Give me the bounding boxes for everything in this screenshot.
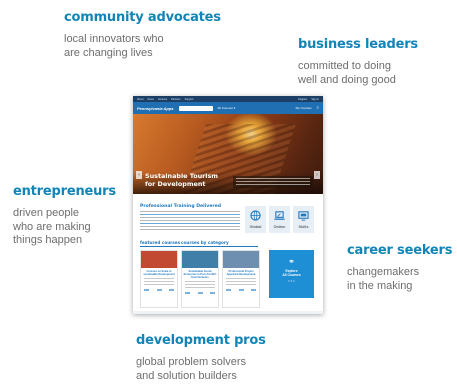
course-image — [182, 251, 218, 268]
top-link[interactable]: News — [148, 98, 154, 101]
persona-description-line: committed to doing — [298, 60, 391, 72]
tile-label: Online — [273, 225, 286, 229]
more-dots-icon: • • • — [288, 278, 295, 283]
course-meta — [223, 285, 259, 291]
course-title: Sustainable Social Enterprise in Post-Co… — [183, 270, 217, 279]
persona-description-line: in the making — [347, 279, 413, 292]
register-link[interactable]: Register — [298, 98, 307, 101]
search-input[interactable] — [178, 105, 213, 111]
tile-label: Global — [249, 225, 262, 229]
lightbulb-icon: ⚭ — [288, 257, 295, 266]
persona-description: local innovators who are changing lives — [64, 33, 221, 60]
my-courses-link[interactable]: My Courses — [296, 106, 312, 110]
all-courses-dropdown[interactable]: All Courses ▾ — [218, 106, 236, 110]
hero-banner: Sustainable Tourism for Development ‹ › — [133, 114, 323, 194]
menu-icon[interactable]: ≡ — [317, 106, 319, 110]
sign-in-link[interactable]: Sign in — [311, 98, 319, 101]
persona-description-line: well and doing good — [298, 73, 396, 86]
explore-all-courses-button[interactable]: ⚭ Explore All Courses • • • — [269, 250, 314, 298]
persona-description-line: are changing lives — [64, 46, 153, 59]
explore-label-line: All Courses — [282, 273, 301, 277]
website-screenshot: About News Courses Partners Support Regi… — [133, 96, 323, 314]
persona-title: community advocates — [64, 10, 221, 25]
persona-description: driven people who are making things happ… — [13, 207, 116, 248]
hero-title-line: for Development — [145, 179, 206, 188]
hero-title: Sustainable Tourism for Development — [145, 172, 218, 188]
persona-description-line: global problem solvers — [136, 356, 247, 368]
persona-title: career seekers — [347, 243, 453, 258]
persona-community-advocates: community advocates local innovators who… — [64, 10, 221, 60]
laptop-icon — [274, 211, 285, 220]
persona-title: development pros — [136, 333, 266, 348]
section-divider — [140, 246, 258, 247]
hero-next-arrow-icon[interactable]: › — [314, 171, 320, 179]
persona-title: entrepreneurs — [13, 184, 116, 199]
site-nav-bar: Pennsylvania Apps All Courses ▾ My Cours… — [133, 102, 323, 114]
persona-description-line: changemakers — [347, 266, 420, 278]
persona-description-line: things happen — [13, 234, 83, 246]
tile-skills[interactable]: Skills — [293, 206, 314, 233]
skills-icon — [298, 211, 309, 221]
course-image — [223, 251, 259, 268]
tab-featured-courses[interactable]: featured courses — [140, 240, 180, 245]
persona-description-line: local innovators who — [64, 33, 164, 45]
site-logo[interactable]: Pennsylvania Apps — [137, 106, 174, 111]
persona-description: global problem solvers and solution buil… — [136, 356, 266, 383]
course-card[interactable]: Sustainable Social Enterprise in Post-Co… — [181, 250, 219, 308]
tab-courses-by-category[interactable]: courses by category — [181, 240, 229, 245]
top-link[interactable]: About — [137, 98, 144, 101]
persona-business-leaders: business leaders committed to doing well… — [298, 37, 418, 87]
training-heading: Professional Training Delivered — [140, 204, 222, 209]
course-meta — [182, 288, 218, 294]
tile-global[interactable]: Global — [245, 206, 266, 233]
top-link[interactable]: Courses — [158, 98, 167, 101]
persona-description-line: and solution builders — [136, 369, 237, 382]
persona-development-pros: development pros global problem solvers … — [136, 333, 266, 383]
persona-description-line: who are making — [13, 220, 91, 233]
course-image — [141, 251, 177, 268]
persona-description: changemakers in the making — [347, 266, 452, 293]
persona-entrepreneurs: entrepreneurs driven people who are maki… — [13, 184, 116, 248]
persona-description-line: driven people — [13, 207, 80, 219]
training-section: Professional Training Delivered — [140, 204, 240, 230]
course-meta — [141, 285, 177, 291]
tile-online[interactable]: Online — [269, 206, 290, 233]
hero-description — [233, 176, 313, 188]
globe-icon — [250, 210, 261, 221]
top-link[interactable]: Partners — [171, 98, 180, 101]
persona-title: business leaders — [298, 37, 418, 52]
feature-tiles: Global Online Skills — [245, 206, 314, 233]
top-link[interactable]: Support — [185, 98, 194, 101]
course-card[interactable]: Professional Project Appraisal Developme… — [222, 250, 260, 308]
course-cards: Courses on Scale to sustainable Developm… — [140, 250, 260, 308]
course-title: Professional Project Appraisal Developme… — [226, 270, 256, 276]
course-title: Courses on Scale to sustainable Developm… — [143, 270, 175, 276]
explore-label: Explore All Courses — [269, 269, 314, 277]
site-footer — [133, 311, 323, 314]
tile-label: Skills — [298, 225, 309, 229]
persona-description: committed to doing well and doing good — [298, 60, 418, 87]
hero-prev-arrow-icon[interactable]: ‹ — [136, 171, 142, 179]
persona-career-seekers: career seekers changemakers in the makin… — [347, 243, 452, 293]
course-card[interactable]: Courses on Scale to sustainable Developm… — [140, 250, 178, 308]
